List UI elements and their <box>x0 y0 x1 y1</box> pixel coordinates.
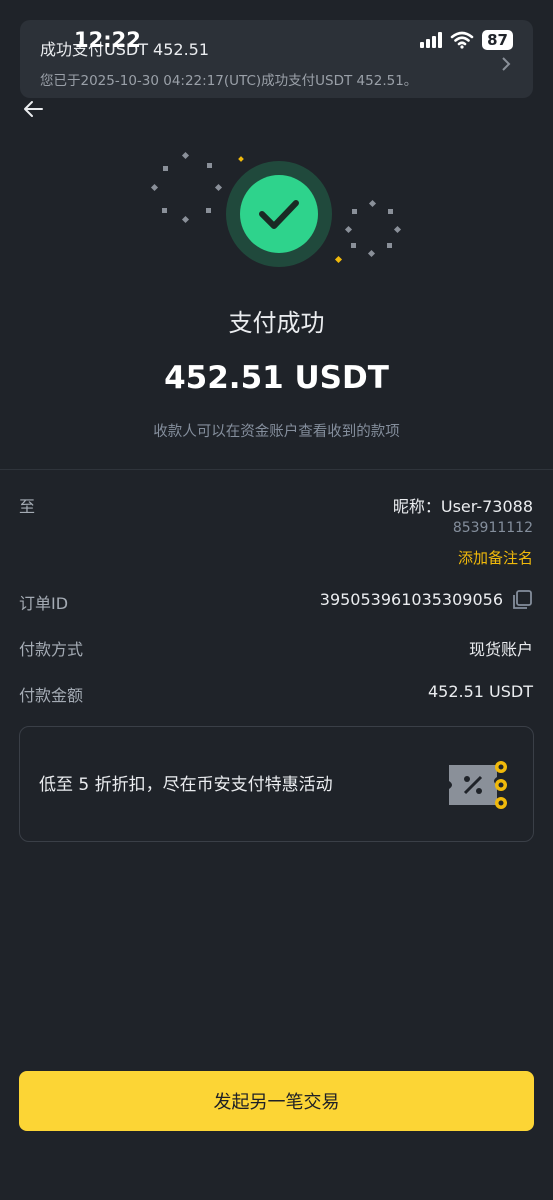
copy-icon[interactable] <box>511 589 533 611</box>
payment-amount-value: 452.51 USDT <box>427 682 533 701</box>
payment-note: 收款人可以在资金账户查看收到的款项 <box>153 424 400 440</box>
order-id-label: 订单ID <box>19 594 69 613</box>
notification-body: 您已于2025-10-30 04:22:17(UTC)成功支付USDT 452.… <box>40 73 418 89</box>
chevron-right-icon <box>502 57 511 71</box>
promo-text: 低至 5 折折扣，尽在币安支付特惠活动 <box>39 775 333 795</box>
status-indicators: 87 <box>420 30 513 50</box>
add-remark-link[interactable]: 添加备注名 <box>458 547 533 568</box>
success-illustration <box>150 151 402 267</box>
recipient-user-id: 853911112 <box>452 520 533 536</box>
wifi-icon <box>450 31 474 49</box>
payment-amount-label: 付款金额 <box>19 686 84 705</box>
promo-banner[interactable]: 低至 5 折折扣，尽在币安支付特惠活动 <box>19 726 534 842</box>
payment-method-label: 付款方式 <box>19 640 84 659</box>
battery-indicator: 87 <box>482 30 513 50</box>
payment-amount: 452.51 USDT <box>164 360 389 396</box>
discount-ticket-icon <box>449 761 507 809</box>
divider <box>0 469 553 470</box>
signal-icon <box>420 32 443 48</box>
order-id-value: 395053961035309056 <box>319 590 503 609</box>
back-arrow-icon[interactable] <box>20 96 46 122</box>
new-transaction-button[interactable]: 发起另一笔交易 <box>19 1071 534 1131</box>
to-label: 至 <box>19 497 36 516</box>
payment-success-title: 支付成功 <box>228 309 325 337</box>
payment-method-value: 现货账户 <box>468 640 533 659</box>
status-time: 12:22 <box>74 28 141 52</box>
recipient-nickname: 昵称：User-73088 <box>392 497 533 516</box>
